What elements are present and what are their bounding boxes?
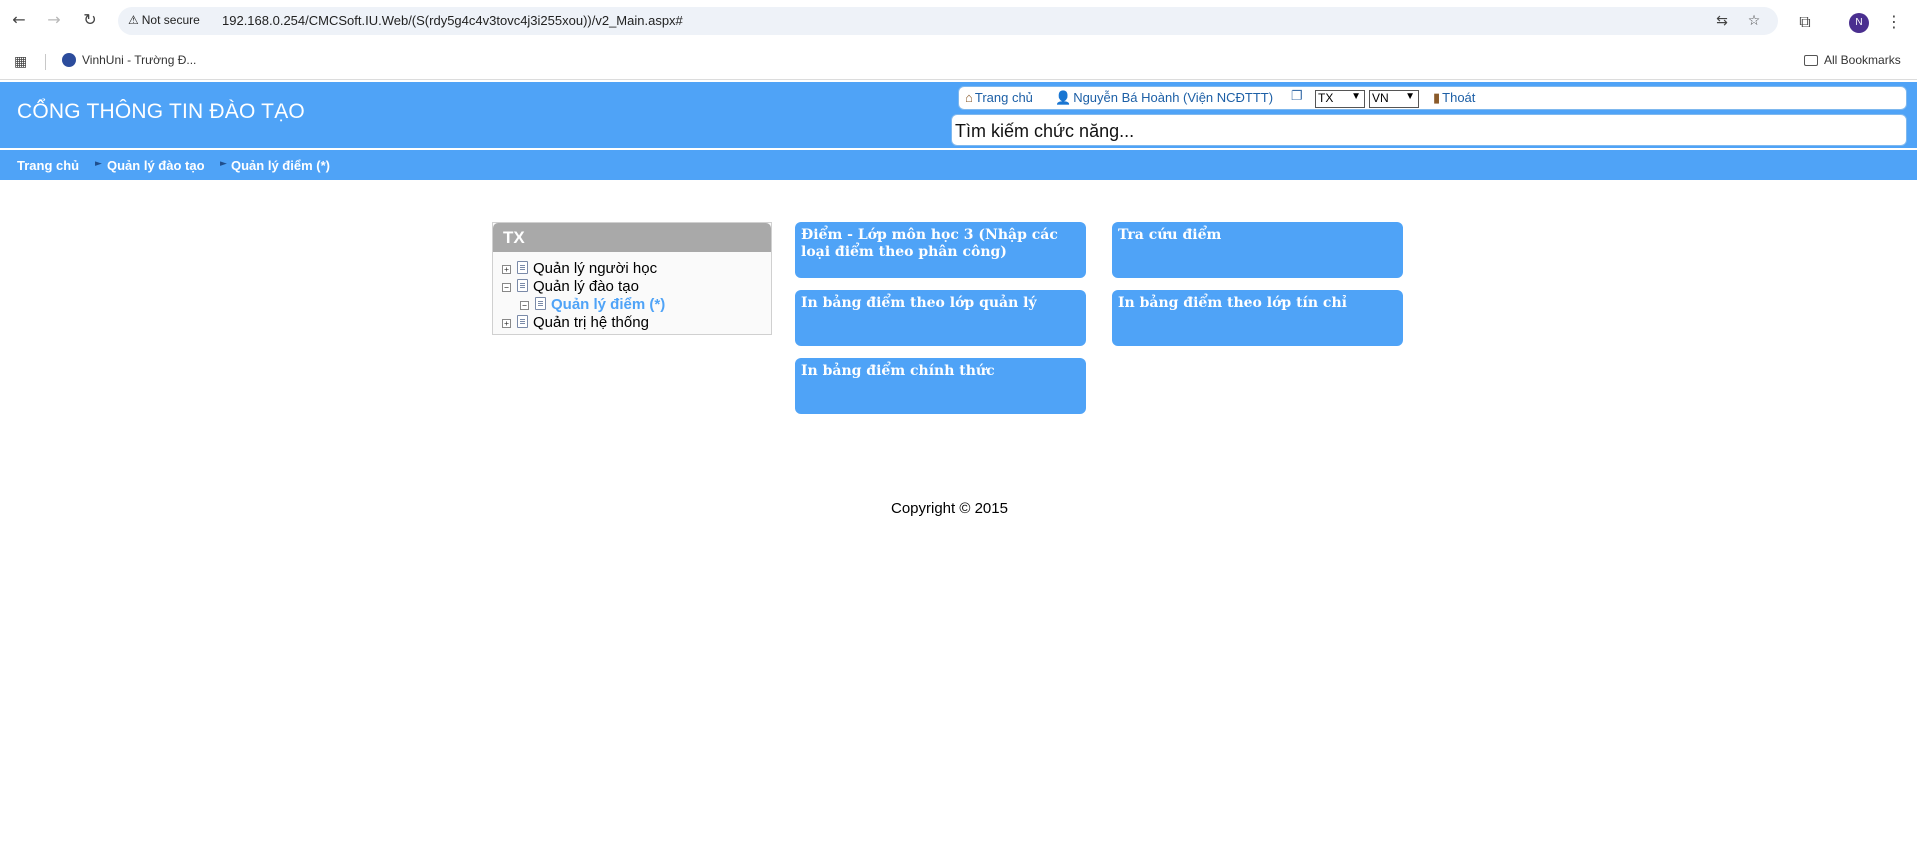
page-header: CỔNG THÔNG TIN ĐÀO TẠO ⌂ Trang chủ 👤 Nguyễ… [0,82,1917,148]
collapse-icon[interactable]: − [520,301,529,310]
home-link[interactable]: ⌂ Trang chủ [965,90,1033,105]
top-links-bar: ⌂ Trang chủ 👤 Nguyễn Bá Hoành (Viện NCĐTTT… [958,86,1907,110]
chevron-down-icon: ▼ [1405,91,1415,102]
tree-item-quan-ly-diem[interactable]: − Quản lý điểm (*) [520,294,665,313]
breadcrumb-item[interactable]: Trang chủ [17,158,79,173]
breadcrumb-separator-icon: ► [95,159,102,169]
language-select[interactable]: VN ▼ [1369,90,1419,108]
window-icon[interactable]: ❐ [1291,88,1305,104]
home-icon: ⌂ [965,90,973,105]
logout-icon: ▮ [1433,90,1441,105]
bookmarks-bar: ▦ VinhUni - Trường Đ... All Bookmarks [0,44,1917,80]
apps-grid-icon[interactable]: ▦ [14,54,30,70]
document-icon [517,315,528,328]
breadcrumb-item[interactable]: Quản lý đào tạo [107,158,205,173]
translate-icon[interactable]: ⇆ [1712,11,1732,31]
url-text[interactable]: 192.168.0.254/CMCSoft.IU.Web/(S(rdy5g4c4… [222,13,683,28]
address-bar[interactable]: ⚠ Not secure 192.168.0.254/CMCSoft.IU.Web… [118,7,1778,35]
back-arrow-icon[interactable]: ← [9,10,29,30]
folder-icon [1804,55,1818,66]
copyright-text: Copyright © 2015 [891,500,1008,517]
site-title: CỔNG THÔNG TIN ĐÀO TẠO [17,100,305,123]
all-bookmarks-button[interactable]: All Bookmarks [1804,53,1901,67]
tree-title: TX [503,228,525,247]
site-favicon-icon [62,53,76,67]
tile-nhap-diem-lop-mon-hoc[interactable]: Điểm - Lớp môn học 3 (Nhập các loại điểm… [795,222,1086,278]
collapse-icon[interactable]: − [502,283,511,292]
expand-icon[interactable]: + [502,265,511,274]
reload-icon[interactable]: ↻ [80,10,100,30]
warning-icon: ⚠ [128,13,139,27]
search-input[interactable]: Tìm kiếm chức năng... [951,114,1907,146]
breadcrumb-separator-icon: ► [220,159,227,169]
tree-header: TX [493,223,771,252]
document-icon [535,297,546,310]
tree-item-quan-ly-dao-tao[interactable]: − Quản lý đào tạo [502,276,639,295]
bookmark-item[interactable]: VinhUni - Trường Đ... [62,53,196,67]
navigation-tree: TX + Quản lý người học − Quản lý đào tạo −… [492,222,772,335]
browser-toolbar: ← → ↻ ⚠ Not secure 192.168.0.254/CMCSoft.… [0,0,1917,40]
user-link[interactable]: 👤 Nguyễn Bá Hoành (Viện NCĐTTT) [1055,90,1273,106]
mode-select[interactable]: TX ▼ [1315,90,1365,108]
chevron-down-icon: ▼ [1351,91,1361,102]
expand-icon[interactable]: + [502,319,511,328]
tile-tra-cuu-diem[interactable]: Tra cứu điểm [1112,222,1403,278]
logout-link[interactable]: ▮ Thoát [1433,90,1475,106]
star-icon[interactable]: ☆ [1744,11,1764,31]
tree-item-quan-tri-he-thong[interactable]: + Quản trị hệ thống [502,312,649,331]
security-indicator[interactable]: ⚠ Not secure [128,13,200,27]
tile-in-bang-diem-lop-tin-chi[interactable]: In bảng điểm theo lớp tín chỉ [1112,290,1403,346]
tile-in-bang-diem-lop-quan-ly[interactable]: In bảng điểm theo lớp quản lý [795,290,1086,346]
more-menu-icon[interactable]: ⋮ [1886,11,1902,33]
tree-item-quan-ly-nguoi-hoc[interactable]: + Quản lý người học [502,258,657,277]
forward-arrow-icon[interactable]: → [44,10,64,30]
document-icon [517,261,528,274]
avatar[interactable]: N [1849,13,1869,33]
user-icon: 👤 [1055,90,1072,105]
extensions-icon[interactable]: ⧉ [1795,12,1815,32]
breadcrumb-item[interactable]: Quản lý điểm (*) [231,158,330,173]
tile-in-bang-diem-chinh-thuc[interactable]: In bảng điểm chính thức [795,358,1086,414]
bookmark-separator [45,54,46,70]
document-icon [517,279,528,292]
breadcrumb: Trang chủ ► Quản lý đào tạo ► Quản lý đi… [0,150,1917,180]
